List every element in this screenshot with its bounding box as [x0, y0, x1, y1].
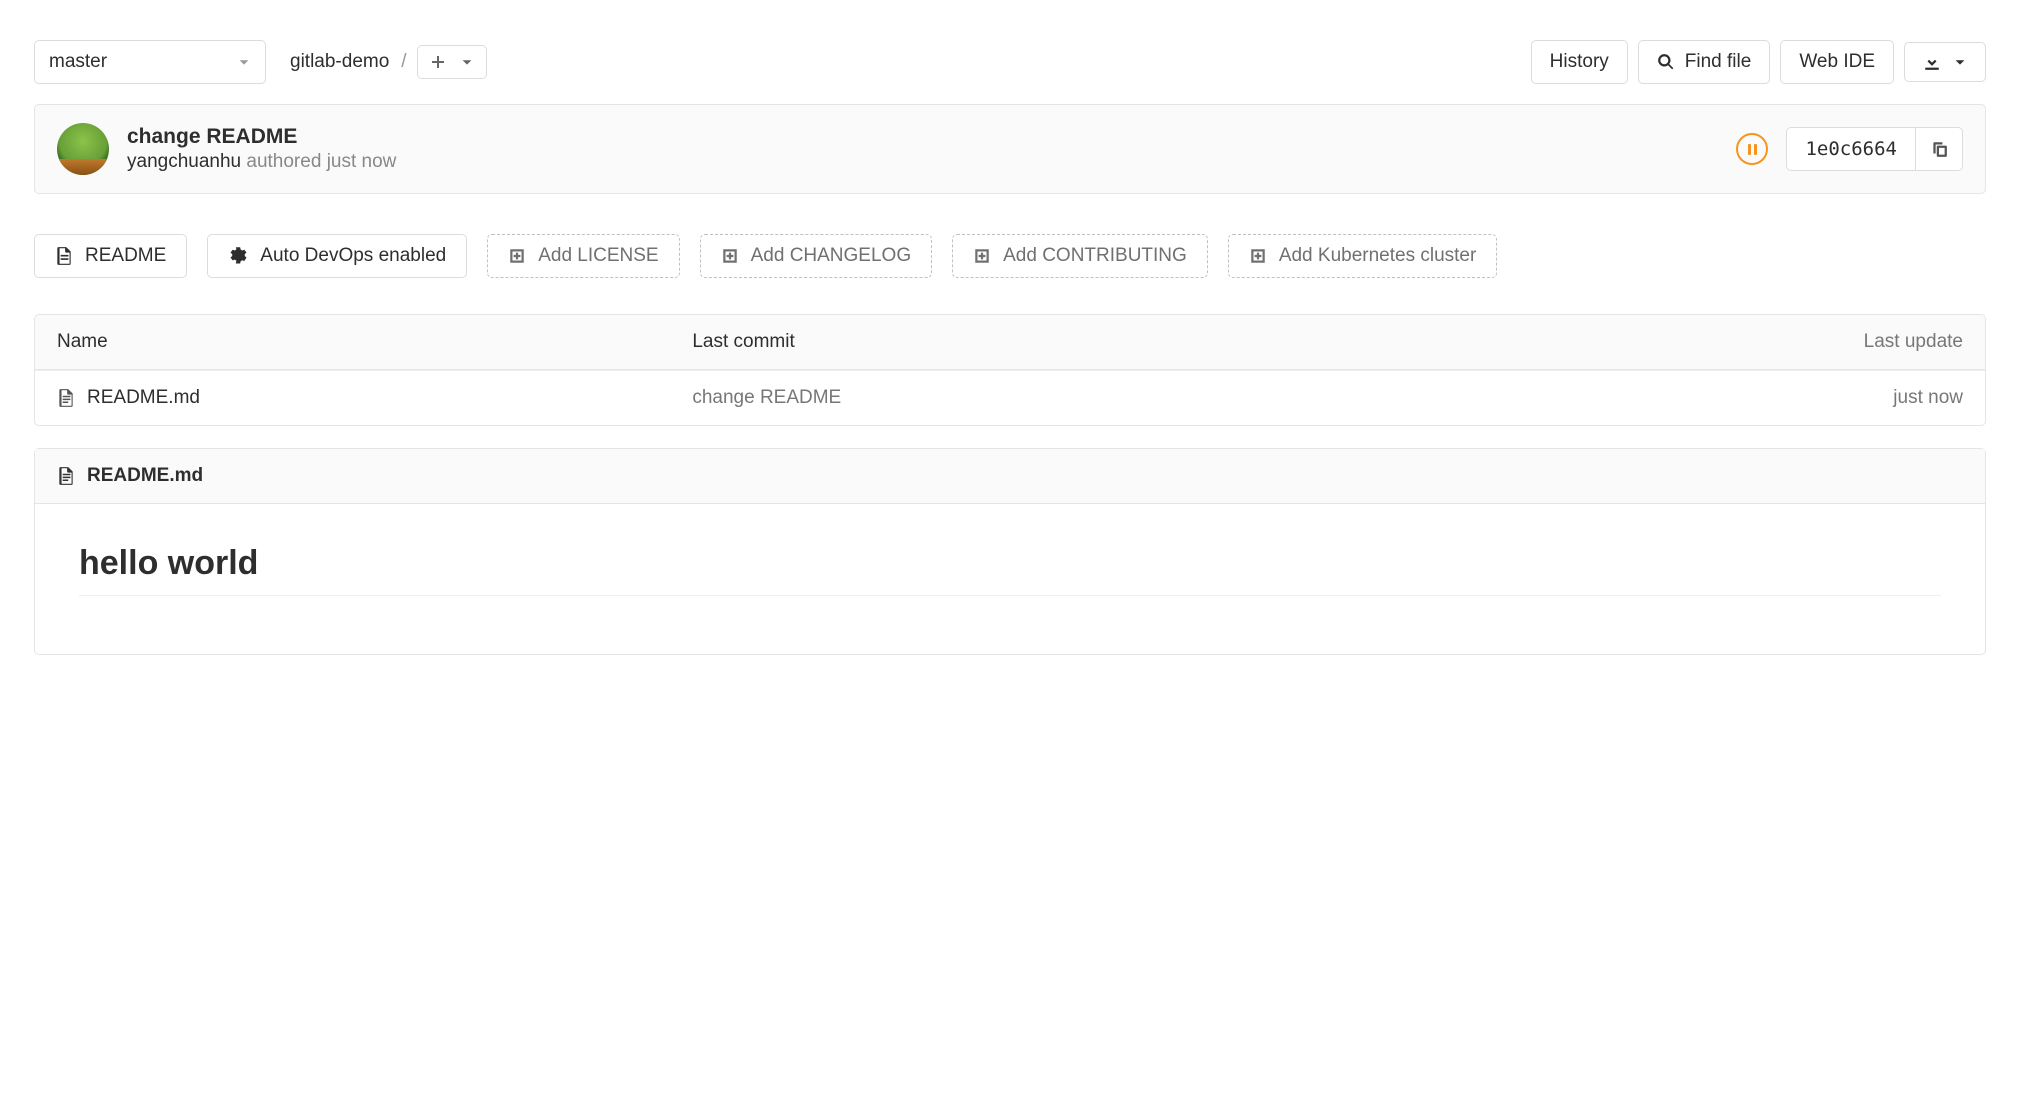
chevron-down-icon [460, 55, 474, 69]
find-file-label: Find file [1685, 51, 1752, 73]
add-kubernetes-button[interactable]: Add Kubernetes cluster [1228, 234, 1498, 278]
add-contributing-label: Add CONTRIBUTING [1003, 245, 1187, 267]
readme-content: hello world [35, 504, 1985, 654]
download-icon [1923, 53, 1941, 71]
commit-title[interactable]: change README [127, 125, 1718, 149]
commit-author[interactable]: yangchuanhu [127, 151, 241, 172]
branch-name: master [49, 51, 107, 73]
readme-heading: hello world [79, 544, 1941, 596]
copy-sha-button[interactable] [1915, 128, 1962, 170]
gear-icon [228, 246, 248, 266]
plus-icon [430, 54, 446, 70]
history-label: History [1550, 51, 1609, 73]
table-row[interactable]: README.md change README just now [35, 370, 1985, 425]
auto-devops-link[interactable]: Auto DevOps enabled [207, 234, 467, 278]
avatar[interactable] [57, 123, 109, 175]
chevron-down-icon [1953, 55, 1967, 69]
add-changelog-button[interactable]: Add CHANGELOG [700, 234, 933, 278]
add-icon [508, 247, 526, 265]
add-kubernetes-label: Add Kubernetes cluster [1279, 245, 1477, 267]
file-last-update: just now [1328, 387, 1963, 409]
branch-selector[interactable]: master [34, 40, 266, 84]
readme-link[interactable]: README [34, 234, 187, 278]
add-license-label: Add LICENSE [538, 245, 658, 267]
col-last-commit: Last commit [692, 331, 1327, 353]
commit-sha-box: 1e0c6664 [1786, 127, 1963, 171]
file-icon [57, 466, 75, 486]
repo-name[interactable]: gitlab-demo [290, 51, 389, 73]
pipeline-status-pending-icon[interactable] [1736, 133, 1768, 165]
last-commit-banner: change README yangchuanhu authored just … [34, 104, 1986, 194]
history-button[interactable]: History [1531, 40, 1628, 84]
breadcrumb-separator: / [401, 51, 406, 73]
commit-meta: yangchuanhu authored just now [127, 151, 1718, 173]
col-name: Name [57, 331, 692, 353]
web-ide-button[interactable]: Web IDE [1780, 40, 1894, 84]
search-icon [1657, 53, 1675, 71]
commit-time: just now [327, 151, 397, 172]
add-license-button[interactable]: Add LICENSE [487, 234, 679, 278]
web-ide-label: Web IDE [1799, 51, 1875, 73]
add-icon [973, 247, 991, 265]
add-contributing-button[interactable]: Add CONTRIBUTING [952, 234, 1208, 278]
chevron-down-icon [237, 55, 251, 69]
readme-filename: README.md [87, 465, 203, 487]
file-icon [55, 246, 73, 266]
project-quick-links: README Auto DevOps enabled Add LICENSE A… [34, 234, 1986, 278]
add-changelog-label: Add CHANGELOG [751, 245, 912, 267]
pause-icon [1748, 144, 1757, 155]
readme-link-label: README [85, 245, 166, 267]
auto-devops-label: Auto DevOps enabled [260, 245, 446, 267]
readme-panel-header: README.md [35, 449, 1985, 504]
table-header: Name Last commit Last update [35, 315, 1985, 370]
readme-panel: README.md hello world [34, 448, 1986, 655]
find-file-button[interactable]: Find file [1638, 40, 1771, 84]
download-dropdown[interactable] [1904, 42, 1986, 82]
add-icon [1249, 247, 1267, 265]
commit-sha[interactable]: 1e0c6664 [1787, 128, 1915, 170]
file-icon [57, 388, 75, 408]
col-last-update: Last update [1328, 331, 1963, 353]
add-dropdown[interactable] [417, 45, 487, 79]
authored-label: authored [246, 151, 321, 172]
file-tree-table: Name Last commit Last update README.md c… [34, 314, 1986, 426]
breadcrumb: gitlab-demo / [290, 51, 407, 73]
copy-icon [1930, 140, 1948, 158]
add-icon [721, 247, 739, 265]
file-last-commit[interactable]: change README [692, 387, 1327, 409]
file-name: README.md [87, 387, 200, 409]
